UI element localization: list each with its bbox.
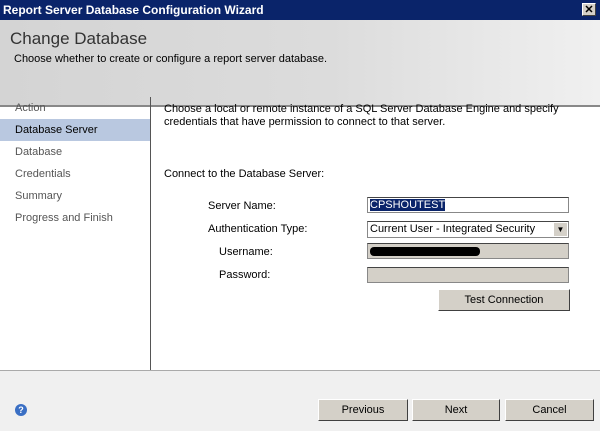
connect-label: Connect to the Database Server: [164,168,325,180]
close-button[interactable]: ✕ [582,3,596,16]
server-name-value: CPSHOUTEST [370,199,446,211]
wizard-footer: ? Previous Next Cancel [0,370,600,431]
step-summary[interactable]: Summary [0,185,150,207]
test-connection-button[interactable]: Test Connection [438,289,570,311]
previous-button[interactable]: Previous [318,399,408,421]
next-button[interactable]: Next [412,399,500,421]
auth-type-label: Authentication Type: [208,223,308,235]
cancel-button[interactable]: Cancel [505,399,594,421]
redacted-username [370,247,480,256]
intro-text: Choose a local or remote instance of a S… [164,103,559,128]
wizard-steps: Action Database Server Database Credenti… [0,97,151,370]
password-label: Password: [219,269,271,281]
step-database[interactable]: Database [0,141,150,163]
auth-type-select[interactable]: Current User - Integrated Security ▼ [367,221,569,238]
auth-type-value: Current User - Integrated Security [370,223,536,235]
step-progress[interactable]: Progress and Finish [0,207,150,229]
window-title: Report Server Database Configuration Wiz… [3,3,264,17]
wizard-header: Change Database Choose whether to create… [0,20,600,107]
step-action[interactable]: Action [0,97,150,119]
step-database-server[interactable]: Database Server [0,119,150,141]
page-subtitle: Choose whether to create or configure a … [14,53,328,65]
chevron-down-icon[interactable]: ▼ [554,223,567,236]
page-title: Change Database [10,29,148,48]
server-name-input[interactable]: CPSHOUTEST [367,197,569,213]
help-icon[interactable]: ? [15,404,27,416]
username-input[interactable] [367,243,569,259]
server-name-label: Server Name: [208,200,276,212]
step-credentials[interactable]: Credentials [0,163,150,185]
title-bar: Report Server Database Configuration Wiz… [0,0,600,20]
password-input[interactable] [367,267,569,283]
username-label: Username: [219,246,273,258]
